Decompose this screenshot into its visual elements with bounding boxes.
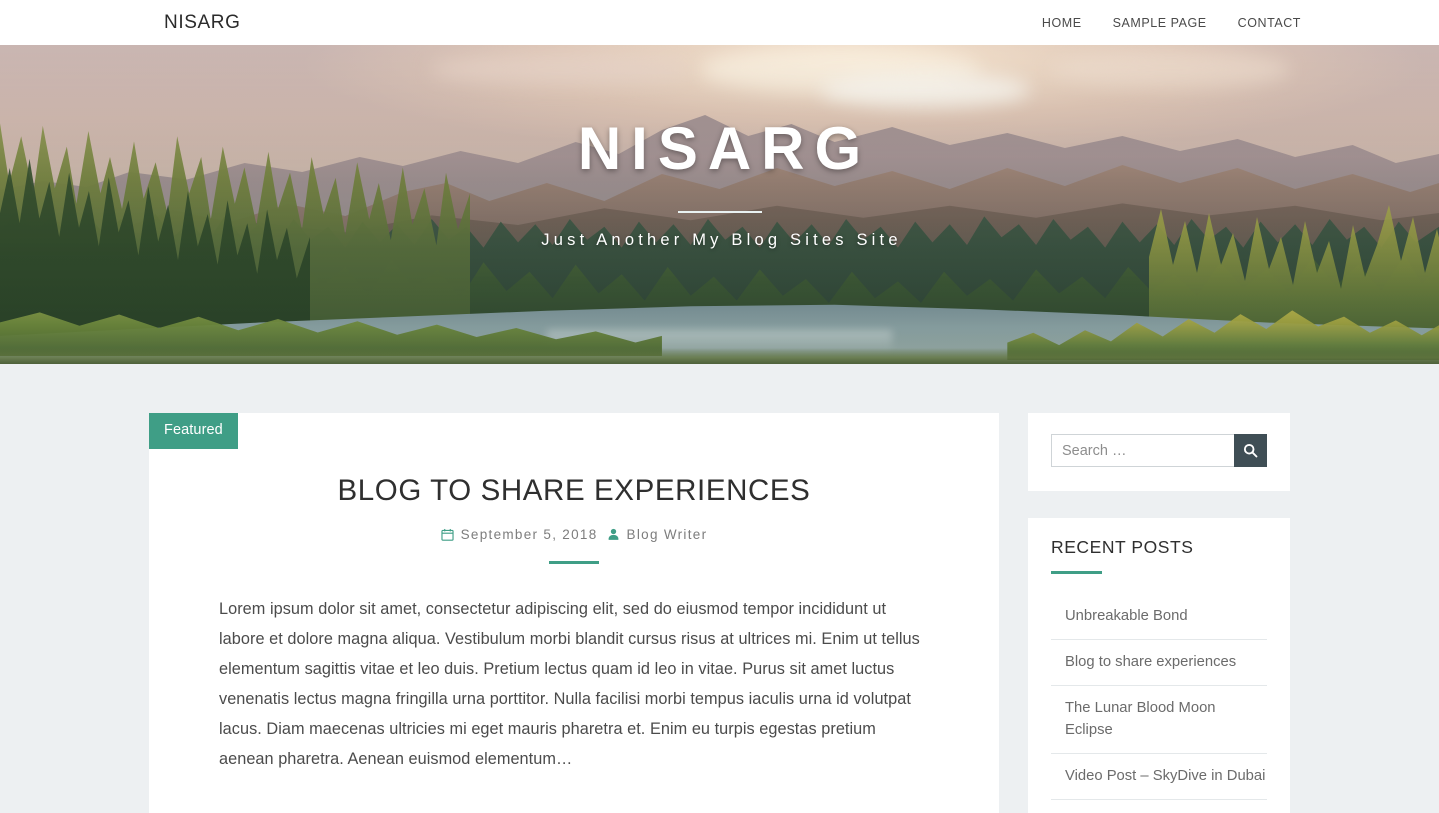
post-title[interactable]: BLOG TO SHARE EXPERIENCES <box>219 473 929 508</box>
post-author-text: Blog Writer <box>626 527 708 543</box>
search-submit-button[interactable] <box>1234 434 1267 467</box>
search-form <box>1051 434 1267 467</box>
list-item: Unbreakable Bond <box>1051 594 1267 640</box>
recent-post-link[interactable]: Video Post – SkyDive in Dubai <box>1051 754 1267 799</box>
site-header: NISARG HOME SAMPLE PAGE CONTACT <box>0 0 1439 45</box>
user-icon <box>607 528 620 541</box>
featured-post-card: Featured BLOG TO SHARE EXPERIENCES Septe… <box>149 413 999 813</box>
recent-posts-title: RECENT POSTS <box>1051 537 1194 557</box>
nav-item-sample-page[interactable]: SAMPLE PAGE <box>1113 16 1207 30</box>
recent-posts-widget: RECENT POSTS Unbreakable Bond Blog to sh… <box>1028 518 1290 813</box>
post-date[interactable]: September 5, 2018 <box>441 527 598 542</box>
recent-post-link[interactable]: The Lunar Blood Moon Eclipse <box>1051 686 1267 753</box>
nav-item-contact[interactable]: CONTACT <box>1238 16 1301 30</box>
list-item: Blog to share experiences <box>1051 640 1267 686</box>
page-layout: Featured BLOG TO SHARE EXPERIENCES Septe… <box>0 364 1439 813</box>
hero-content: NISARG Just Another My Blog Sites Site <box>0 45 1439 364</box>
list-item: Video Post – SkyDive in Dubai <box>1051 754 1267 800</box>
search-input[interactable] <box>1051 434 1234 467</box>
hero-tagline: Just Another My Blog Sites Site <box>541 231 902 249</box>
hero-banner: NISARG Just Another My Blog Sites Site <box>0 45 1439 364</box>
search-icon <box>1243 443 1258 458</box>
widget-title-divider <box>1051 570 1102 574</box>
recent-posts-list: Unbreakable Bond Blog to share experienc… <box>1051 594 1267 800</box>
content-column: Featured BLOG TO SHARE EXPERIENCES Septe… <box>149 413 999 813</box>
recent-post-link[interactable]: Unbreakable Bond <box>1051 594 1267 639</box>
post-author[interactable]: Blog Writer <box>607 527 708 542</box>
featured-badge: Featured <box>149 413 238 449</box>
site-brand[interactable]: NISARG <box>164 13 240 32</box>
search-widget <box>1028 413 1290 491</box>
post-date-text: September 5, 2018 <box>460 527 598 543</box>
nav-item-home[interactable]: HOME <box>1042 16 1082 30</box>
sidebar: RECENT POSTS Unbreakable Bond Blog to sh… <box>1028 413 1290 813</box>
recent-post-link[interactable]: Blog to share experiences <box>1051 640 1267 685</box>
post-meta: September 5, 2018 Blog Writer <box>219 527 929 542</box>
calendar-icon <box>441 528 454 542</box>
post-meta-divider <box>549 561 599 565</box>
main-navigation: HOME SAMPLE PAGE CONTACT <box>1042 16 1301 30</box>
list-item: The Lunar Blood Moon Eclipse <box>1051 686 1267 754</box>
hero-title: NISARG <box>577 115 872 182</box>
hero-divider <box>677 211 762 213</box>
post-excerpt: Lorem ipsum dolor sit amet, consectetur … <box>219 600 920 769</box>
